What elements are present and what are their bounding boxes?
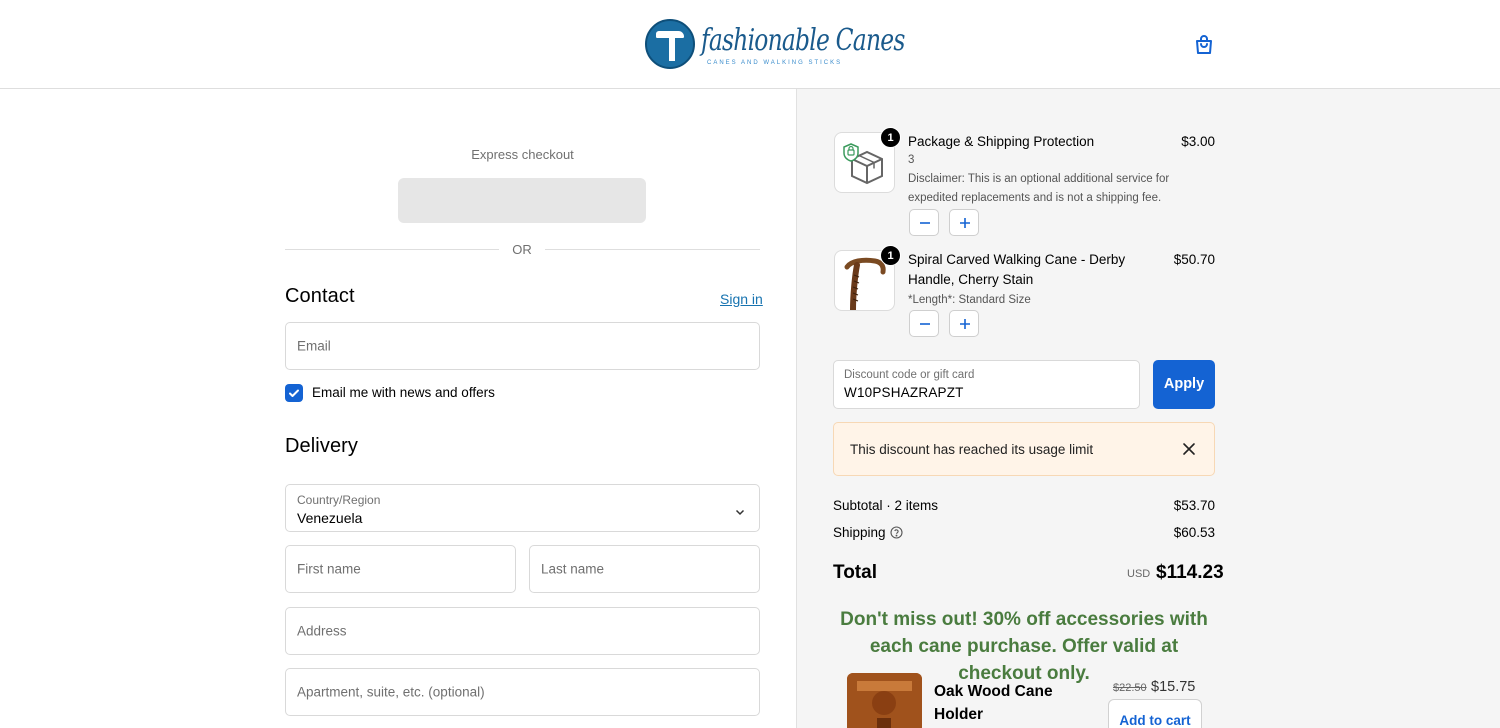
last-name-field[interactable]: Last name: [529, 545, 760, 593]
shopping-bag-icon[interactable]: [1192, 33, 1216, 57]
increase-quantity-button[interactable]: [949, 310, 979, 337]
item-price: $3.00: [1181, 134, 1215, 149]
quantity-badge: 1: [880, 245, 901, 266]
upsell-original-price: $22.50: [1113, 682, 1147, 694]
subtotal-value: $53.70: [1173, 498, 1215, 513]
country-select[interactable]: Country/Region Venezuela: [285, 484, 760, 532]
address-placeholder: Address: [297, 623, 347, 639]
delivery-title: Delivery: [285, 435, 359, 457]
total-label: Total: [833, 562, 877, 583]
plus-icon: [960, 218, 970, 228]
upsell-product-name: Oak Wood Cane Holder: [934, 683, 1053, 723]
discount-label: Discount code or gift card: [844, 369, 975, 381]
header: fashionable Canes CANES AND WALKING STIC…: [0, 0, 1500, 89]
plus-icon: [960, 319, 970, 329]
divider: [285, 249, 499, 250]
item-name: Spiral Carved Walking Cane - Derby Handl…: [908, 252, 1126, 287]
email-placeholder: Email: [297, 338, 331, 354]
country-label: Country/Region: [297, 493, 381, 507]
apartment-placeholder: Apartment, suite, etc. (optional): [297, 684, 485, 700]
apply-discount-button[interactable]: Apply: [1153, 360, 1215, 409]
item-variant: 3: [908, 154, 915, 166]
country-value: Venezuela: [297, 510, 363, 526]
brand-name: fashionable Canes: [701, 23, 905, 58]
shipping-label: Shipping: [833, 525, 886, 540]
currency-code: USD: [1127, 568, 1151, 580]
contact-title: Contact: [285, 285, 355, 307]
last-name-placeholder: Last name: [541, 561, 605, 577]
discount-code-field[interactable]: Discount code or gift card W10PSHAZRAPZT: [833, 360, 1140, 409]
express-checkout-button[interactable]: [398, 178, 646, 223]
news-offers-checkbox[interactable]: [285, 384, 303, 402]
discount-value: W10PSHAZRAPZT: [844, 385, 964, 400]
upsell-product-image: [847, 673, 922, 728]
chevron-down-icon: [735, 504, 745, 516]
item-note: Disclaimer: This is an optional addition…: [908, 173, 1170, 204]
sign-in-link[interactable]: Sign in: [720, 291, 763, 307]
email-field[interactable]: Email: [285, 322, 760, 370]
quantity-badge: 1: [880, 127, 901, 148]
increase-quantity-button[interactable]: [949, 209, 979, 236]
item-price: $50.70: [1173, 252, 1215, 267]
add-to-cart-button[interactable]: Add to cart: [1108, 699, 1202, 728]
decrease-quantity-button[interactable]: [909, 310, 939, 337]
upsell-sale-price: $15.75: [1151, 679, 1196, 695]
minus-icon: [920, 222, 930, 224]
decrease-quantity-button[interactable]: [909, 209, 939, 236]
address-field[interactable]: Address: [285, 607, 760, 655]
item-variant: *Length*: Standard Size: [908, 294, 1031, 306]
or-separator: OR: [512, 242, 532, 257]
apartment-field[interactable]: Apartment, suite, etc. (optional): [285, 668, 760, 716]
subtotal-label: Subtotal · 2 items: [833, 498, 939, 513]
shipping-value: $60.53: [1173, 525, 1215, 540]
discount-error-banner: This discount has reached its usage limi…: [833, 422, 1215, 476]
first-name-field[interactable]: First name: [285, 545, 516, 593]
express-checkout-label: Express checkout: [471, 147, 574, 162]
item-name: Package & Shipping Protection: [908, 134, 1095, 149]
close-icon[interactable]: [1182, 442, 1196, 456]
first-name-placeholder: First name: [297, 561, 361, 577]
brand-tagline: CANES AND WALKING STICKS: [707, 60, 843, 66]
divider: [545, 249, 760, 250]
checkmark-icon: [289, 389, 299, 397]
discount-error-text: This discount has reached its usage limi…: [850, 442, 1094, 457]
total-value: $114.23: [1156, 562, 1224, 583]
minus-icon: [920, 323, 930, 325]
news-offers-label: Email me with news and offers: [312, 385, 495, 400]
logo-mark-icon: [645, 19, 695, 69]
help-circle-icon[interactable]: [890, 526, 903, 539]
